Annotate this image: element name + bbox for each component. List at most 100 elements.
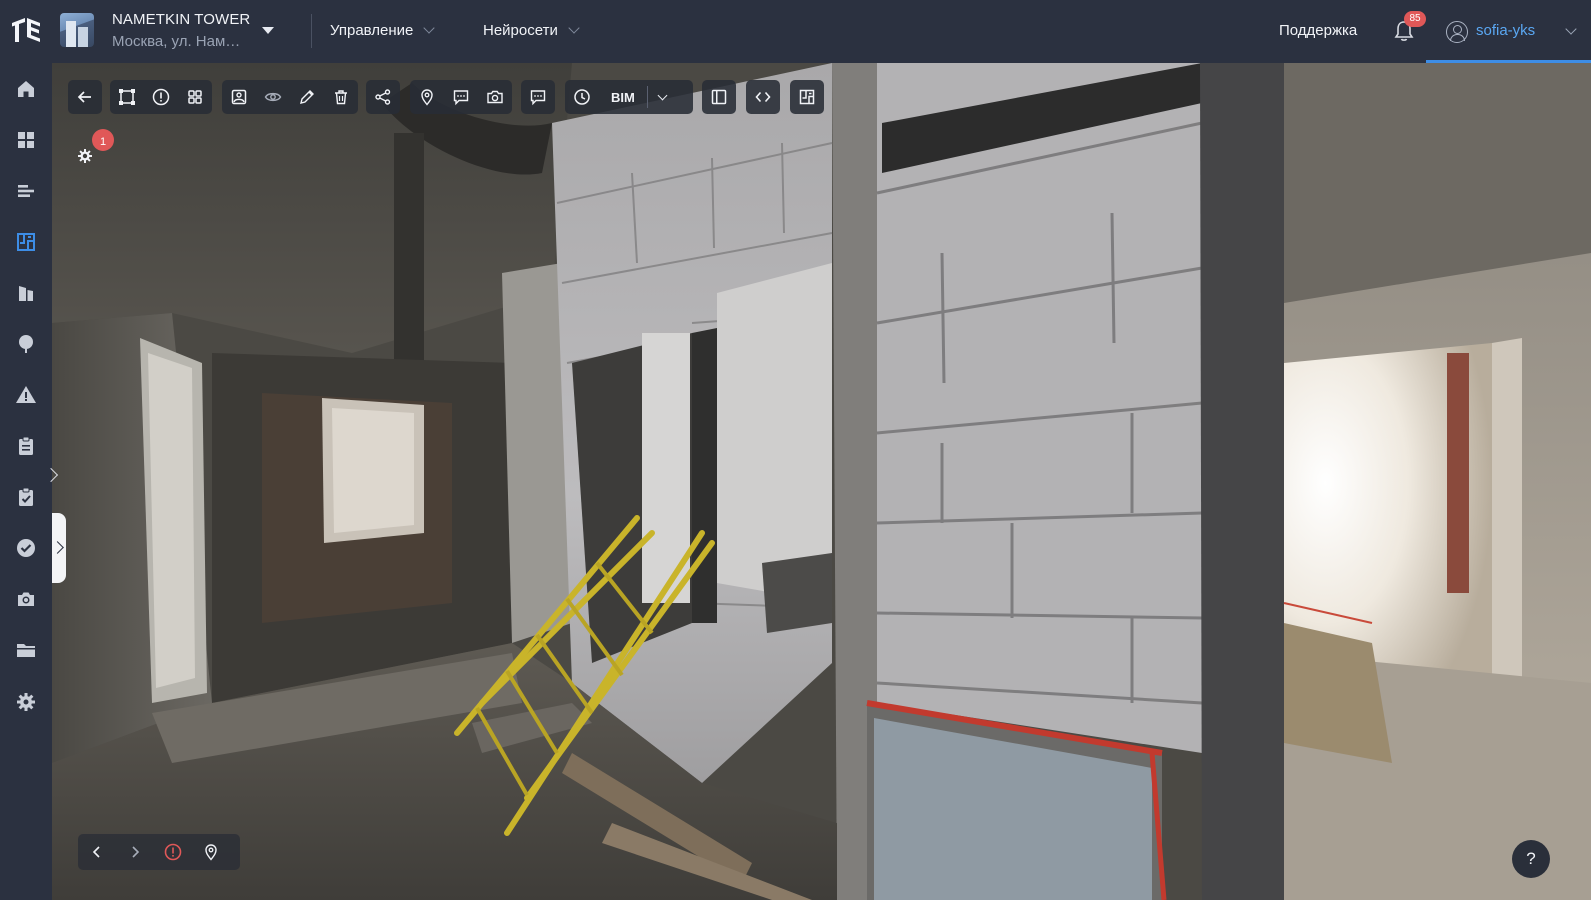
project-dropdown-icon[interactable] xyxy=(262,27,274,34)
sidebar-item-documents[interactable] xyxy=(15,639,37,661)
username: sofia-yks xyxy=(1476,22,1536,39)
user-menu[interactable]: sofia-yks xyxy=(1426,0,1591,63)
settings-badge: 1 xyxy=(92,129,114,151)
annotation-toolbar xyxy=(410,80,512,114)
support-link[interactable]: Поддержка xyxy=(1279,22,1357,39)
chevron-right-icon xyxy=(132,846,140,858)
clipboard-icon xyxy=(19,436,33,455)
sidebar-item-home[interactable] xyxy=(15,78,37,100)
location-pin-button[interactable] xyxy=(410,80,444,114)
checklist-icon xyxy=(19,487,33,506)
menu-management-label: Управление xyxy=(330,22,414,39)
chevron-down-icon xyxy=(657,90,668,100)
settings-icon xyxy=(17,693,35,711)
building-icon xyxy=(19,286,33,301)
comment-button[interactable] xyxy=(444,80,478,114)
camera-icon xyxy=(18,592,34,606)
grid-view-button[interactable] xyxy=(178,80,212,114)
sidebar-item-checklists[interactable] xyxy=(15,486,37,508)
bim-toggle-button[interactable]: BIM xyxy=(599,90,647,105)
selection-frame-icon xyxy=(119,89,135,105)
sidebar-item-reports[interactable] xyxy=(15,435,37,457)
floorplan-icon xyxy=(799,89,815,105)
select-area-button[interactable] xyxy=(110,80,144,114)
back-button[interactable] xyxy=(68,80,102,114)
issue-button[interactable] xyxy=(144,80,178,114)
sidebar-item-schedule[interactable] xyxy=(15,180,37,202)
eye-icon xyxy=(264,92,282,102)
sidebar xyxy=(0,63,52,900)
warning-icon xyxy=(16,386,36,403)
visibility-button[interactable] xyxy=(256,80,290,114)
delete-button[interactable] xyxy=(324,80,358,114)
embed-code-button[interactable] xyxy=(746,80,780,114)
help-button[interactable]: ? xyxy=(1512,840,1550,878)
sidebar-item-photos[interactable] xyxy=(15,588,37,610)
sidebar-layout-icon xyxy=(711,89,727,105)
map-pin-icon xyxy=(205,844,217,861)
notifications-badge: 85 xyxy=(1404,11,1426,27)
image-button[interactable] xyxy=(222,80,256,114)
split-view-toolbar xyxy=(702,80,736,114)
chat-icon xyxy=(530,90,546,106)
chevron-left-icon xyxy=(92,846,100,858)
comment-icon xyxy=(453,90,469,106)
camera-icon xyxy=(487,90,503,104)
map-pin-icon xyxy=(421,89,433,106)
screenshot-button[interactable] xyxy=(478,80,512,114)
location-marker-button[interactable] xyxy=(192,834,230,870)
share-icon xyxy=(375,89,391,105)
exclamation-circle-icon xyxy=(164,843,182,861)
check-circle-icon xyxy=(17,539,35,557)
grid-icon xyxy=(188,90,202,104)
top-bar: NAMETKIN TOWER Москва, ул. Нам… Управлен… xyxy=(0,0,1591,63)
code-icon xyxy=(755,91,771,103)
menu-neural-networks-label: Нейросети xyxy=(483,22,558,39)
previous-shot-button[interactable] xyxy=(78,834,116,870)
next-shot-button[interactable] xyxy=(116,834,154,870)
chat-toolbar xyxy=(521,80,555,114)
sidebar-item-dashboard[interactable] xyxy=(15,129,37,151)
sidebar-item-floorplan[interactable] xyxy=(15,231,37,253)
messages-button[interactable] xyxy=(521,80,555,114)
split-view-button[interactable] xyxy=(702,80,736,114)
history-button[interactable] xyxy=(565,80,599,114)
edit-button[interactable] xyxy=(290,80,324,114)
bottom-navigation xyxy=(78,834,240,870)
viewer-settings-icon[interactable] xyxy=(77,148,93,164)
gantt-icon xyxy=(18,185,34,197)
dashboard-icon xyxy=(18,132,34,148)
project-address[interactable]: Москва, ул. Нам… xyxy=(112,33,240,50)
folder-icon xyxy=(17,644,35,657)
pencil-icon xyxy=(300,90,314,104)
side-panel-toggle[interactable] xyxy=(52,513,66,583)
edit-toolbar xyxy=(222,80,358,114)
sidebar-item-tree[interactable] xyxy=(15,333,37,355)
arrow-left-icon xyxy=(77,91,91,103)
project-name[interactable]: NAMETKIN TOWER xyxy=(112,11,250,28)
floorplan-toolbar xyxy=(790,80,824,114)
history-bim-toolbar: BIM xyxy=(565,80,693,114)
floorplan-button[interactable] xyxy=(790,80,824,114)
sidebar-item-acceptance[interactable] xyxy=(15,537,37,559)
panorama-viewer[interactable] xyxy=(52,63,1591,900)
chevron-down-icon xyxy=(423,22,436,34)
sidebar-item-settings[interactable] xyxy=(15,691,37,713)
clock-icon xyxy=(574,89,590,105)
back-toolbar xyxy=(68,80,102,114)
panorama-image[interactable] xyxy=(52,63,1591,900)
selection-toolbar xyxy=(110,80,212,114)
user-avatar-icon xyxy=(1446,21,1468,43)
share-button[interactable] xyxy=(366,80,400,114)
project-thumbnail[interactable] xyxy=(60,13,94,47)
bim-options-dropdown[interactable] xyxy=(648,80,678,114)
home-icon xyxy=(18,81,34,97)
share-toolbar xyxy=(366,80,400,114)
tree-icon xyxy=(19,335,33,353)
issue-marker-button[interactable] xyxy=(154,834,192,870)
app-logo-icon[interactable] xyxy=(10,14,42,46)
sidebar-item-building[interactable] xyxy=(15,282,37,304)
menu-neural-networks[interactable]: Нейросети xyxy=(483,22,580,39)
sidebar-item-issues[interactable] xyxy=(15,384,37,406)
menu-management[interactable]: Управление xyxy=(330,22,436,39)
